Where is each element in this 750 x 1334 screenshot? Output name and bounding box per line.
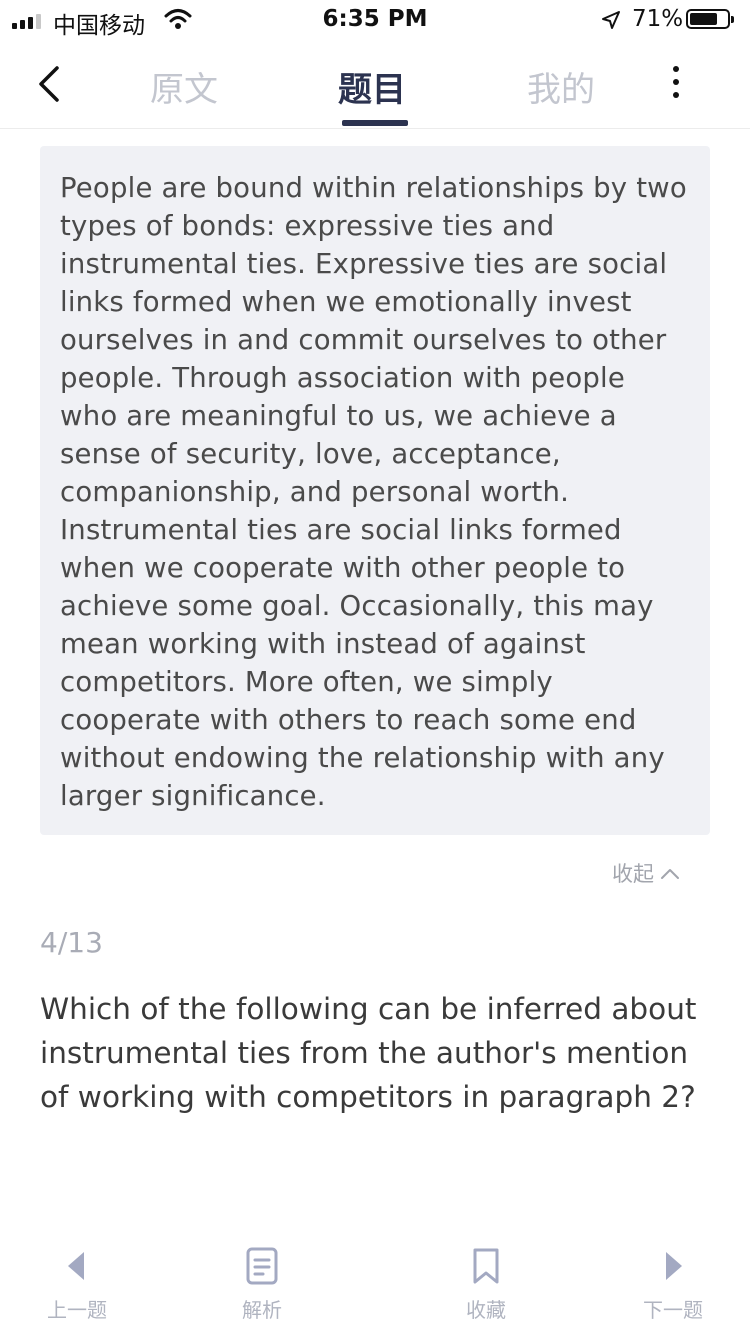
bottom-toolbar: 上一题 解析 收藏 下一题 [0, 1236, 750, 1334]
tab-mine[interactable]: 我的 [527, 62, 595, 111]
active-tab-indicator [342, 120, 408, 126]
next-question-button[interactable]: 下一题 [618, 1246, 728, 1323]
battery-percent: 71% [632, 6, 684, 32]
question-text: Which of the following can be inferred a… [40, 992, 697, 1114]
tab-original-text[interactable]: 原文 [150, 62, 218, 111]
bookmark-icon [473, 1248, 499, 1284]
more-vertical-icon[interactable] [664, 66, 688, 106]
next-question-label: 下一题 [643, 1298, 703, 1322]
location-arrow-icon [602, 11, 620, 29]
favorite-label: 收藏 [466, 1298, 506, 1322]
triangle-left-icon [68, 1252, 84, 1280]
passage-box: People are bound within relationships by… [40, 146, 710, 835]
collapse-passage-button[interactable]: 收起 [612, 858, 680, 888]
top-nav-bar: 原文 题目 我的 [0, 42, 750, 129]
back-chevron-icon[interactable] [30, 64, 70, 104]
status-bar: 中国移动 6:35 PM 71% [0, 0, 750, 40]
question-counter: 4/13 [40, 926, 103, 959]
battery-icon [686, 9, 734, 29]
previous-question-label: 上一题 [47, 1298, 107, 1322]
tab-questions[interactable]: 题目 [338, 62, 406, 111]
collapse-label: 收起 [612, 862, 654, 886]
document-lines-icon [246, 1247, 278, 1285]
triangle-right-icon [666, 1252, 682, 1280]
analysis-button[interactable]: 解析 [207, 1246, 317, 1323]
previous-question-button[interactable]: 上一题 [22, 1246, 132, 1323]
passage-text: People are bound within relationships by… [60, 172, 687, 812]
chevron-up-icon [661, 869, 679, 879]
favorite-button[interactable]: 收藏 [431, 1246, 541, 1323]
analysis-label: 解析 [242, 1298, 282, 1322]
